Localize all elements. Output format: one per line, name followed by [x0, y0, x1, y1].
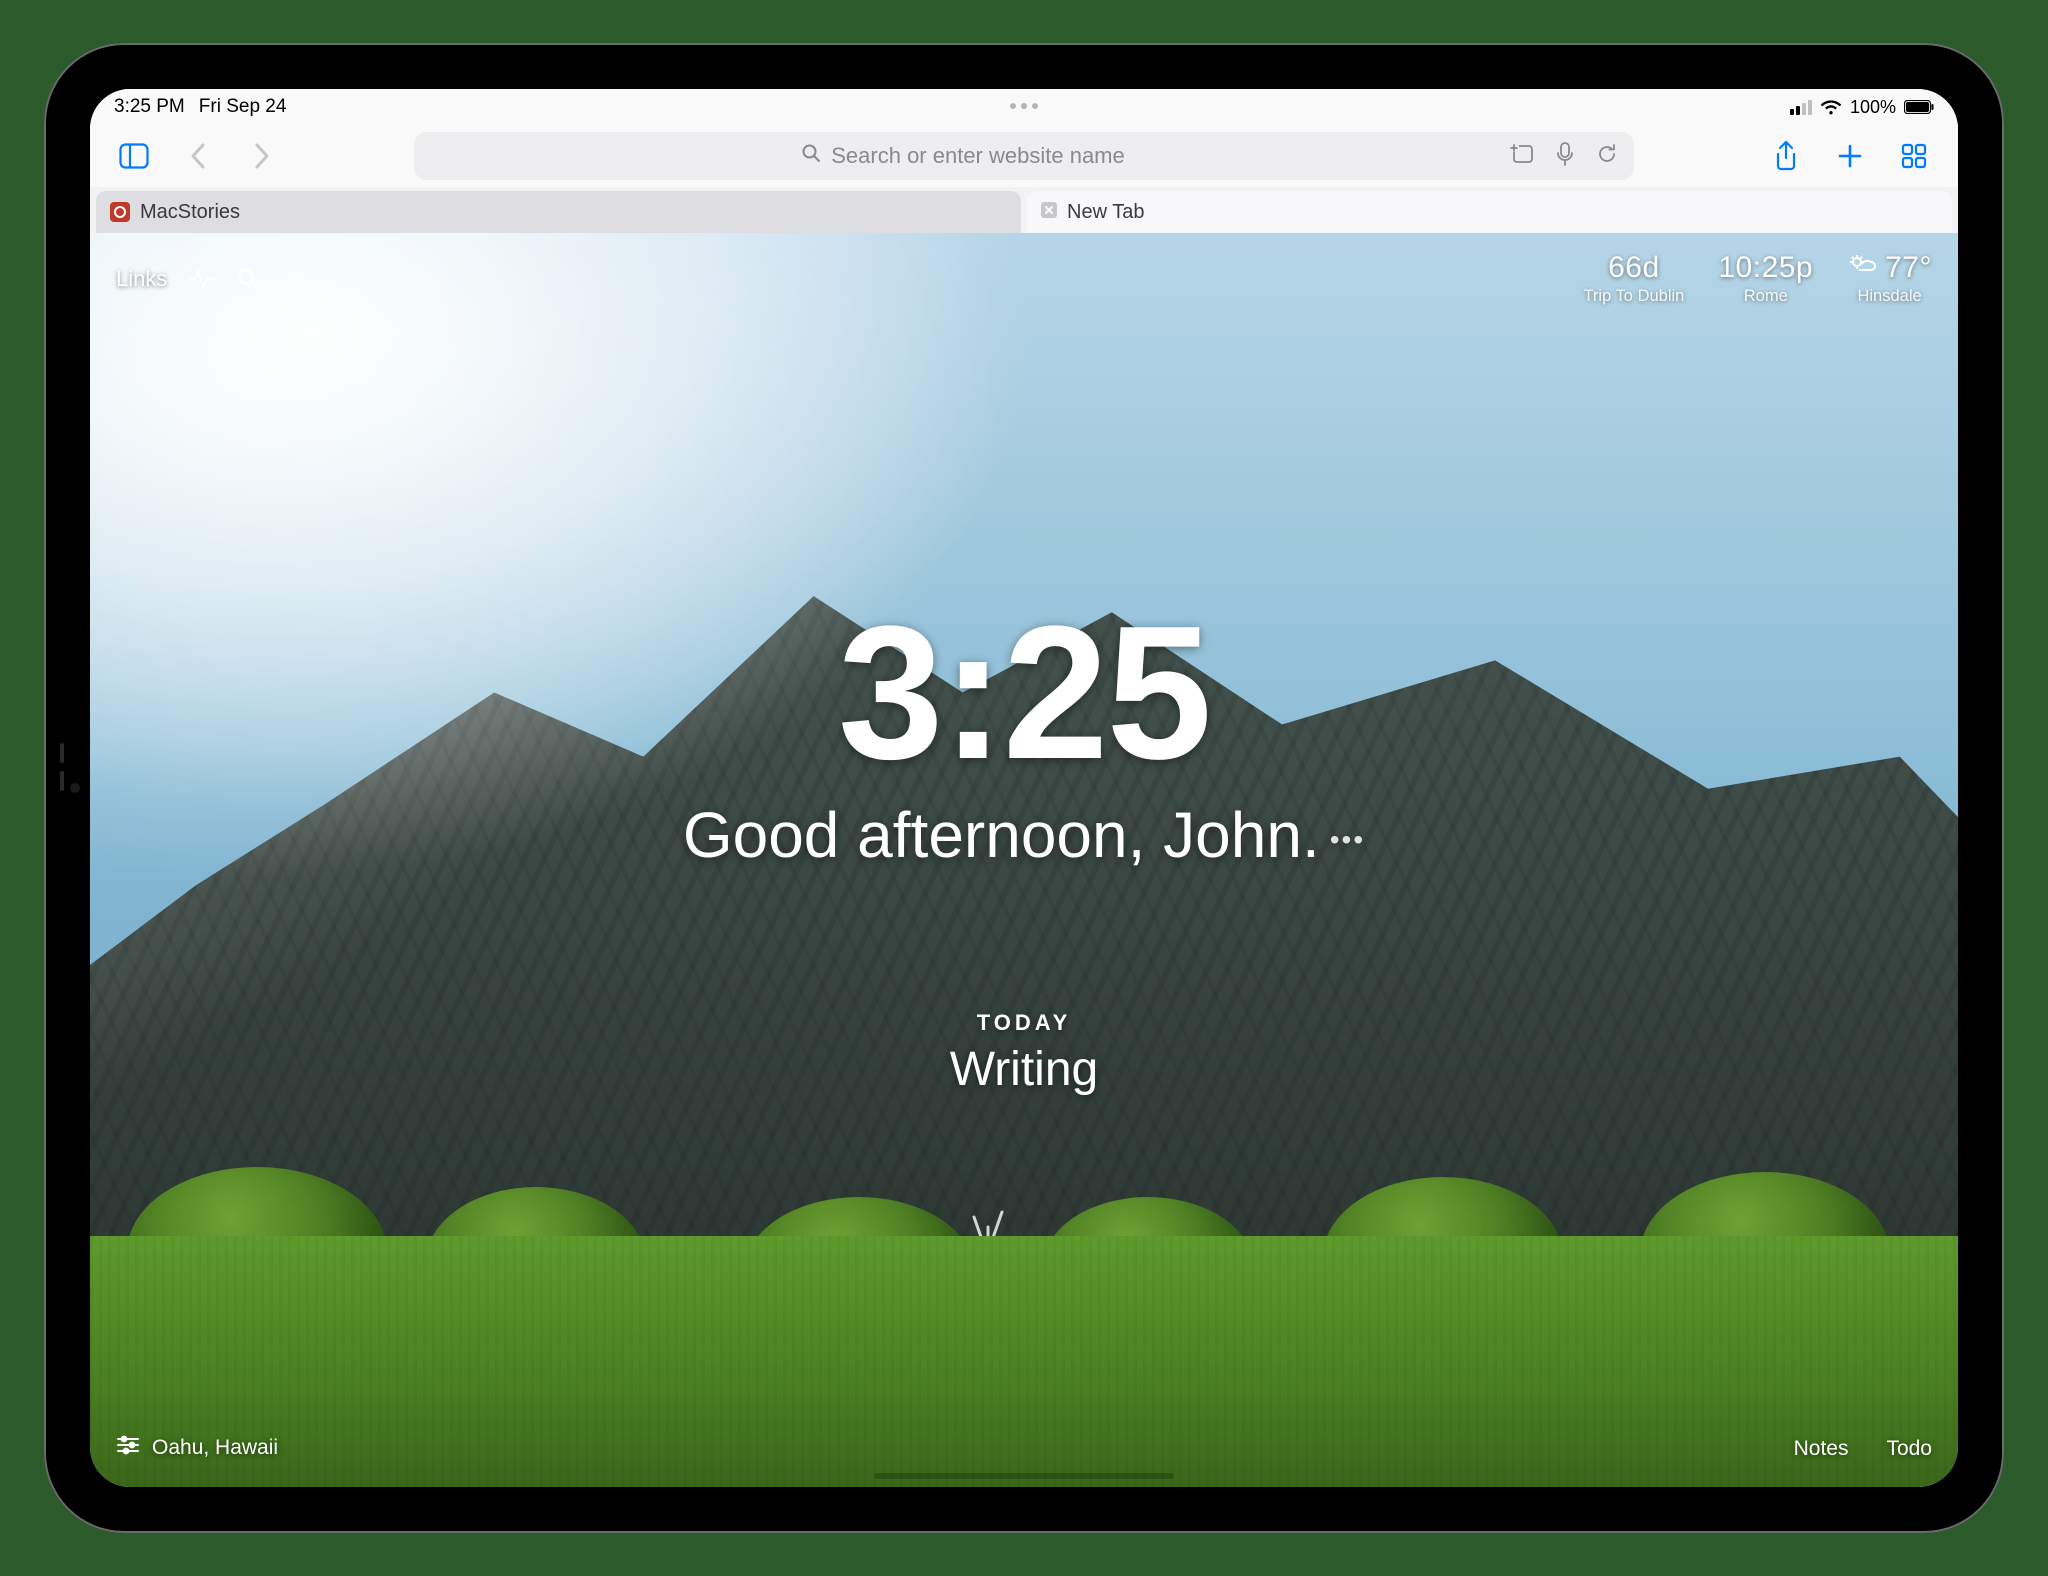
- status-date: Fri Sep 24: [199, 96, 287, 118]
- settings-icon[interactable]: [116, 1435, 140, 1461]
- battery-icon: [1904, 100, 1934, 114]
- tab-title: New Tab: [1067, 201, 1144, 224]
- home-indicator[interactable]: [874, 1473, 1174, 1479]
- countdown-widget[interactable]: 66d Trip To Dublin: [1583, 251, 1684, 306]
- forward-button[interactable]: [240, 134, 284, 178]
- weather-widget[interactable]: 77° Hinsdale: [1847, 251, 1932, 306]
- focus-label: TODAY: [950, 1010, 1098, 1036]
- multitasking-dots[interactable]: [1010, 103, 1038, 109]
- url-placeholder: Search or enter website name: [831, 143, 1125, 169]
- countdown-value: 66d: [1583, 251, 1684, 285]
- main-clock: 3:25: [90, 598, 1958, 788]
- new-tab-button[interactable]: [1828, 134, 1872, 178]
- focus-block[interactable]: TODAY Writing: [950, 1010, 1098, 1097]
- wifi-icon: [1820, 99, 1842, 115]
- status-time: 3:25 PM: [114, 96, 185, 118]
- weather-location: Hinsdale: [1847, 287, 1932, 306]
- voice-search-icon[interactable]: [1556, 142, 1574, 171]
- close-tab-icon[interactable]: [1041, 202, 1057, 223]
- favicon-macstories-icon: [110, 202, 130, 222]
- extensions-icon[interactable]: [1510, 143, 1534, 170]
- url-bar[interactable]: Search or enter website name: [414, 132, 1634, 180]
- photo-location[interactable]: Oahu, Hawaii: [152, 1436, 278, 1460]
- sidebar-toggle-button[interactable]: [112, 134, 156, 178]
- search-icon: [801, 143, 821, 169]
- todo-link[interactable]: Todo: [1886, 1437, 1932, 1461]
- back-button[interactable]: [176, 134, 220, 178]
- greeting-text: Good afternoon, John.•••: [90, 798, 1958, 872]
- share-button[interactable]: [1764, 134, 1808, 178]
- focus-task: Writing: [950, 1042, 1098, 1097]
- safari-toolbar: Search or enter website name: [90, 125, 1958, 187]
- world-clock-widget[interactable]: 10:25p Rome: [1718, 251, 1813, 306]
- search-overlay-icon[interactable]: [237, 268, 259, 290]
- ios-status-bar: 3:25 PM Fri Sep 24 100%: [90, 89, 1958, 125]
- ipad-screen: 3:25 PM Fri Sep 24 100%: [90, 89, 1958, 1487]
- tab-overview-button[interactable]: [1892, 134, 1936, 178]
- weather-temp: 77°: [1885, 251, 1932, 285]
- tab-strip: MacStories New Tab: [90, 187, 1958, 233]
- world-clock-value: 10:25p: [1718, 251, 1813, 285]
- tab-new[interactable]: New Tab: [1027, 191, 1952, 233]
- tab-macstories[interactable]: MacStories: [96, 191, 1021, 233]
- tab-title: MacStories: [140, 201, 240, 224]
- page-content: Links 66d Trip To Dublin 10:25p: [90, 233, 1958, 1487]
- notes-link[interactable]: Notes: [1794, 1437, 1849, 1461]
- world-clock-label: Rome: [1718, 287, 1813, 306]
- battery-percentage: 100%: [1850, 97, 1896, 118]
- weather-icon: [1847, 251, 1877, 285]
- links-menu[interactable]: Links: [116, 266, 167, 292]
- reload-icon[interactable]: [1596, 143, 1618, 170]
- countdown-label: Trip To Dublin: [1583, 287, 1684, 306]
- cellular-signal-icon: [1790, 100, 1812, 115]
- activity-icon[interactable]: [189, 268, 215, 290]
- greeting-more-icon[interactable]: •••: [1330, 824, 1365, 855]
